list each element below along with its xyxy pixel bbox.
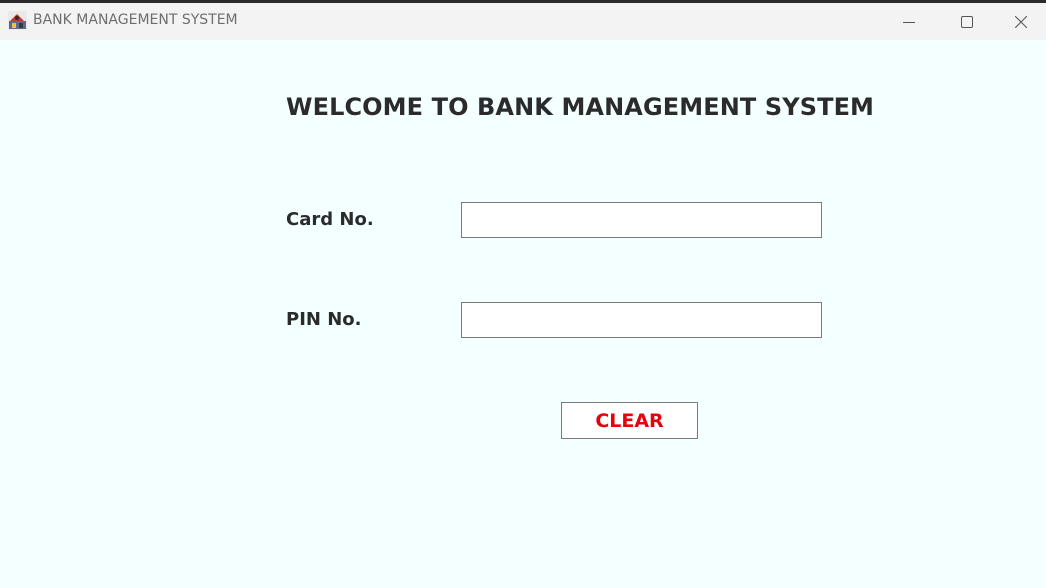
close-icon: [1015, 15, 1027, 28]
window-title: BANK MANAGEMENT SYSTEM: [33, 12, 238, 28]
title-bar[interactable]: BANK MANAGEMENT SYSTEM: [0, 3, 1046, 40]
pin-number-input[interactable]: [461, 302, 822, 338]
clear-button[interactable]: CLEAR: [561, 402, 698, 439]
card-number-label: Card No.: [286, 209, 374, 230]
minimize-button[interactable]: [880, 3, 938, 40]
minimize-icon: [903, 21, 915, 23]
java-app-icon: [8, 11, 27, 30]
card-number-input[interactable]: [461, 202, 822, 238]
close-button[interactable]: [996, 3, 1046, 40]
maximize-icon: [961, 15, 973, 28]
app-window: BANK MANAGEMENT SYSTEM WELCOME TO BANK M…: [0, 0, 1046, 588]
maximize-button[interactable]: [938, 3, 996, 40]
welcome-heading: WELCOME TO BANK MANAGEMENT SYSTEM: [286, 93, 875, 121]
pin-number-label: PIN No.: [286, 309, 362, 330]
